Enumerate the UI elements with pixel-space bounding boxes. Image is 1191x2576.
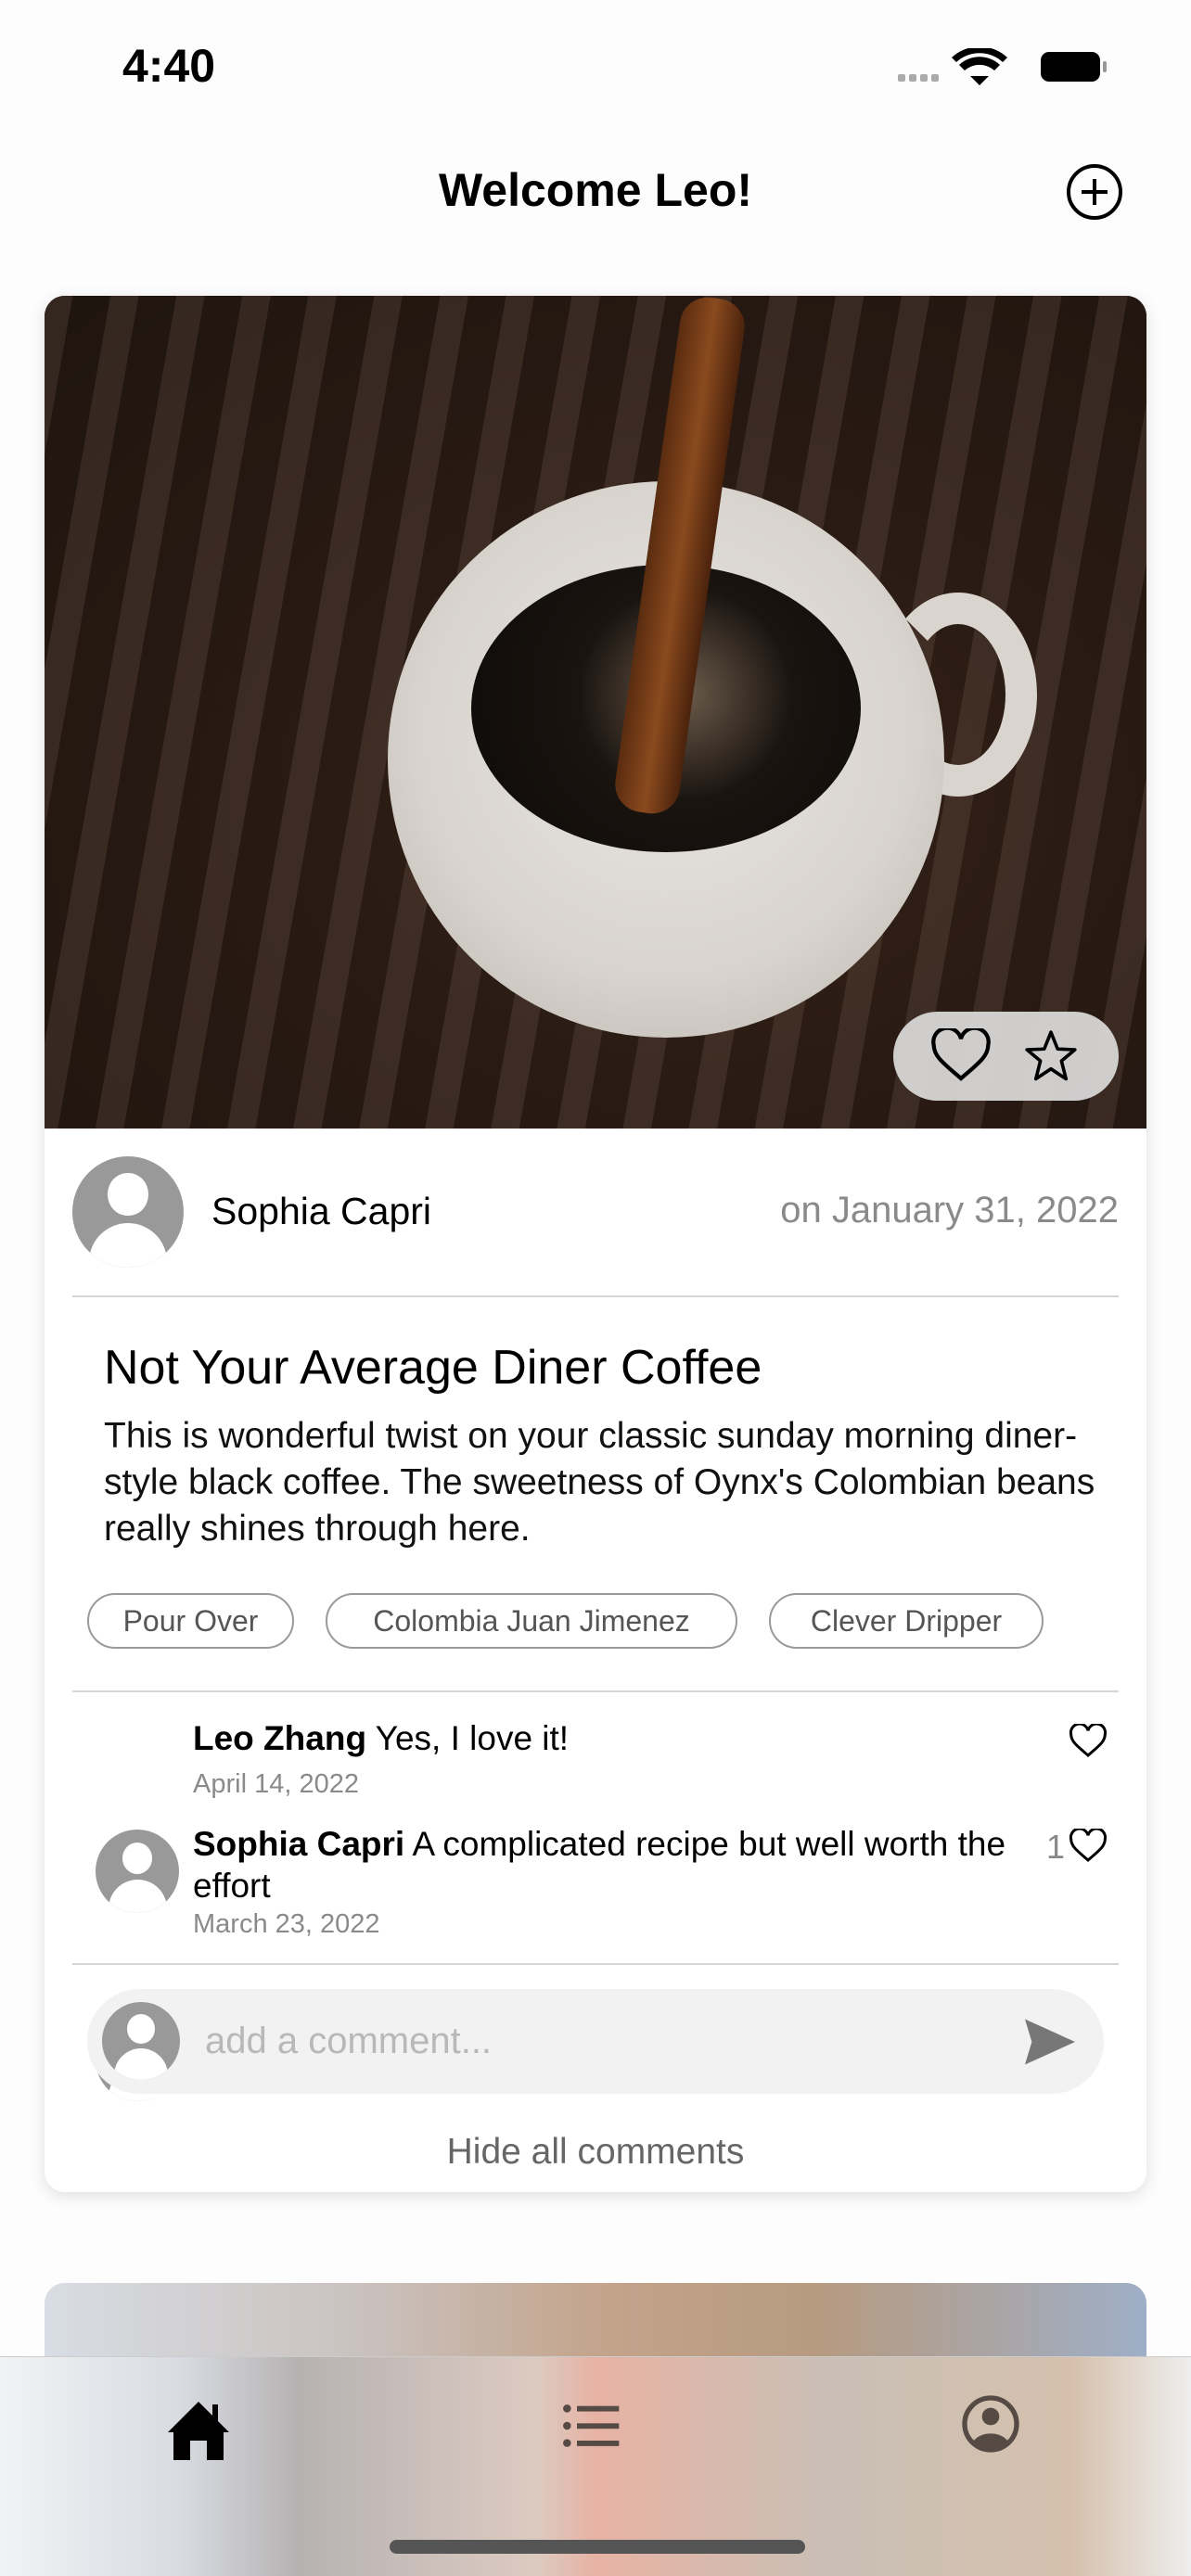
send-icon[interactable] bbox=[1022, 2017, 1078, 2067]
comment-body: Yes, I love it! bbox=[375, 1719, 570, 1757]
home-indicator bbox=[390, 2540, 805, 2554]
list-icon[interactable] bbox=[562, 2404, 621, 2448]
comment-text: Sophia Capri A complicated recipe but we… bbox=[193, 1823, 1056, 1906]
comment-date: March 23, 2022 bbox=[193, 1909, 380, 1939]
status-time: 4:40 bbox=[122, 40, 216, 92]
tag-chip[interactable]: Clever Dripper bbox=[769, 1593, 1044, 1649]
post-title: Not Your Average Diner Coffee bbox=[104, 1341, 762, 1395]
author-avatar[interactable] bbox=[72, 1156, 184, 1268]
post-card: Sophia Capri on January 31, 2022 Not You… bbox=[45, 296, 1146, 2192]
add-post-button[interactable] bbox=[1067, 164, 1122, 220]
divider bbox=[72, 1963, 1119, 1965]
comment-date: April 14, 2022 bbox=[193, 1769, 359, 1799]
home-icon[interactable] bbox=[165, 2398, 232, 2461]
comment-author[interactable]: Sophia Capri bbox=[193, 1825, 404, 1863]
star-icon[interactable] bbox=[1021, 1027, 1081, 1085]
post-photo bbox=[45, 296, 1146, 1129]
tag-chip[interactable]: Colombia Juan Jimenez bbox=[326, 1593, 737, 1649]
comment-text: Leo Zhang Yes, I love it! bbox=[193, 1717, 1028, 1759]
comment-placeholder: add a comment... bbox=[205, 2021, 493, 2061]
comment-like-icon[interactable] bbox=[1069, 1724, 1107, 1759]
comment-like-icon[interactable] bbox=[1069, 1829, 1107, 1864]
post-date: on January 31, 2022 bbox=[780, 1190, 1119, 1231]
post-description: This is wonderful twist on your classic … bbox=[104, 1416, 1095, 1549]
author-name[interactable]: Sophia Capri bbox=[211, 1190, 431, 1233]
tag-chip[interactable]: Pour Over bbox=[87, 1593, 294, 1649]
commenter-avatar[interactable] bbox=[96, 1830, 179, 1913]
status-icons bbox=[898, 48, 1107, 85]
reaction-pill bbox=[893, 1012, 1119, 1101]
page-title: Welcome Leo! bbox=[438, 164, 753, 216]
hide-comments-button[interactable]: Hide all comments bbox=[45, 2132, 1146, 2173]
comment-author[interactable]: Leo Zhang bbox=[193, 1719, 366, 1757]
divider bbox=[72, 1690, 1119, 1692]
profile-icon[interactable] bbox=[961, 2394, 1020, 2454]
divider bbox=[72, 1295, 1119, 1297]
comment-like-count: 1 bbox=[1046, 1828, 1066, 1866]
my-avatar bbox=[102, 2002, 180, 2080]
heart-icon[interactable] bbox=[930, 1028, 991, 1084]
comment-input[interactable]: add a comment... bbox=[87, 1989, 1104, 2094]
